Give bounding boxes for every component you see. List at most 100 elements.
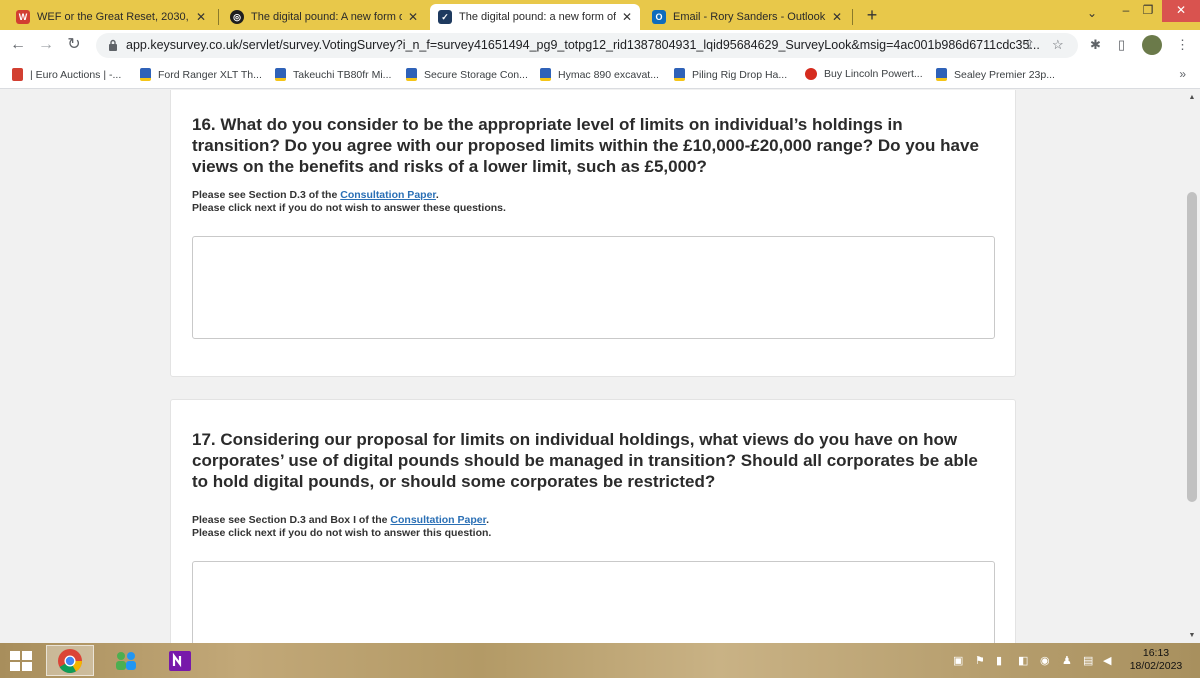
menu-dots-icon[interactable]: ⋮ bbox=[1176, 37, 1189, 53]
bookmark-label: Hymac 890 excavat... bbox=[558, 68, 659, 81]
scroll-down-icon[interactable]: ▼ bbox=[1188, 632, 1196, 639]
bag-icon bbox=[674, 68, 685, 81]
bookmark-label: Piling Rig Drop Ha... bbox=[692, 68, 788, 81]
tab-search-icon[interactable]: ⌄ bbox=[1078, 3, 1106, 25]
page-scrollbar[interactable]: ▲ ▼ bbox=[1184, 90, 1200, 643]
clock-date: 18/02/2023 bbox=[1129, 660, 1183, 672]
address-bar[interactable]: app.keysurvey.co.uk/servlet/survey.Votin… bbox=[96, 33, 1078, 58]
share-icon[interactable]: ⇪ bbox=[1024, 37, 1035, 53]
profile-avatar[interactable] bbox=[1142, 35, 1162, 55]
question-card-17: 17. Considering our proposal for limits … bbox=[170, 399, 1016, 643]
windows-taskbar: ▣ ⚑ ▮ ◧ ◉ ♟ ▤ ◀ 16:13 18/02/2023 bbox=[0, 643, 1200, 678]
close-tab-icon[interactable]: ✕ bbox=[622, 10, 632, 24]
survey-page: 16. What do you consider to be the appro… bbox=[0, 90, 1184, 643]
more-bookmarks-icon[interactable]: » bbox=[1179, 67, 1186, 81]
question-16-note: Please see Section D.3 of the Consultati… bbox=[192, 189, 439, 201]
question-17-note: Please see Section D.3 and Box I of the … bbox=[192, 514, 489, 526]
tray-device-icon[interactable]: ▤ bbox=[1083, 654, 1093, 667]
bookmark-item[interactable]: | Euro Auctions | -... bbox=[12, 68, 121, 81]
question-17-title: 17. Considering our proposal for limits … bbox=[192, 430, 978, 491]
bookmark-item[interactable]: Ford Ranger XLT Th... bbox=[140, 68, 262, 81]
survey-icon: ✓ bbox=[438, 10, 452, 24]
bookmark-label: Buy Lincoln Powert... bbox=[824, 68, 923, 80]
bag-icon bbox=[140, 68, 151, 81]
volume-icon[interactable]: ◀ bbox=[1103, 654, 1111, 667]
bookmark-item[interactable]: Secure Storage Con... bbox=[406, 68, 528, 81]
question-17-answer[interactable] bbox=[192, 561, 995, 643]
bookmark-label: Ford Ranger XLT Th... bbox=[158, 68, 262, 81]
tray-app-icon[interactable]: ▣ bbox=[953, 654, 963, 667]
close-tab-icon[interactable]: ✕ bbox=[408, 10, 418, 24]
signal-icon[interactable]: ▮ bbox=[996, 654, 1002, 667]
tab-digital-pound-survey[interactable]: ✓ The digital pound: a new form of ✕ bbox=[430, 4, 640, 30]
question-16-title: 16. What do you consider to be the appro… bbox=[192, 115, 979, 176]
bookmark-label: Sealey Premier 23p... bbox=[954, 68, 1055, 81]
reload-button[interactable]: ↻ bbox=[64, 36, 84, 56]
steam-icon[interactable]: ◉ bbox=[1040, 654, 1050, 667]
tray-people-icon[interactable]: ♟ bbox=[1062, 654, 1072, 667]
taskbar-onenote[interactable] bbox=[156, 645, 204, 676]
forward-button[interactable]: → bbox=[36, 36, 56, 56]
tab-outlook[interactable]: O Email - Rory Sanders - Outlook ✕ bbox=[644, 4, 850, 30]
outlook-icon: O bbox=[652, 10, 666, 24]
scroll-up-icon[interactable]: ▲ bbox=[1188, 94, 1196, 101]
tab-wef[interactable]: W WEF or the Great Reset, 2030, Ne ✕ bbox=[8, 4, 214, 30]
tab-digital-pound-1[interactable]: ◎ The digital pound: A new form of ✕ bbox=[222, 4, 426, 30]
url-text: app.keysurvey.co.uk/servlet/survey.Votin… bbox=[126, 38, 1040, 52]
bag-icon bbox=[275, 68, 286, 81]
question-card-16: 16. What do you consider to be the appro… bbox=[170, 90, 1016, 377]
system-clock[interactable]: 16:13 18/02/2023 bbox=[1128, 647, 1184, 673]
bookmarks-bar: | Euro Auctions | -... Ford Ranger XLT T… bbox=[0, 61, 1200, 89]
tab-title: The digital pound: A new form of bbox=[251, 11, 402, 23]
bookmark-item[interactable]: Hymac 890 excavat... bbox=[540, 68, 659, 81]
consultation-paper-link[interactable]: Consultation Paper bbox=[340, 189, 436, 201]
tab-title: The digital pound: a new form of bbox=[459, 11, 616, 23]
windows-start-icon[interactable] bbox=[10, 651, 32, 671]
wef-icon: W bbox=[16, 10, 30, 24]
bookmark-label: | Euro Auctions | -... bbox=[30, 68, 122, 81]
extensions-icon[interactable]: ✱ bbox=[1090, 37, 1101, 53]
taskbar-chrome[interactable] bbox=[46, 645, 94, 676]
bookmark-star-icon[interactable]: ☆ bbox=[1052, 37, 1064, 53]
bookmark-label: Secure Storage Con... bbox=[424, 68, 528, 81]
network-people-icon bbox=[116, 651, 136, 670]
bookmark-item[interactable]: Takeuchi TB80fr Mi... bbox=[275, 68, 391, 81]
note-text: Please see Section D.3 and Box I of the bbox=[192, 514, 391, 526]
tray-nx-icon[interactable]: ◧ bbox=[1018, 654, 1028, 667]
bookmark-item[interactable]: Sealey Premier 23p... bbox=[936, 68, 1055, 81]
side-panel-icon[interactable]: ▯ bbox=[1118, 37, 1125, 53]
back-button[interactable]: ← bbox=[8, 36, 28, 56]
tab-title: Email - Rory Sanders - Outlook bbox=[673, 11, 826, 23]
note-text: . bbox=[435, 189, 439, 201]
bag-icon bbox=[540, 68, 551, 81]
clock-time: 16:13 bbox=[1142, 647, 1170, 659]
euro-auctions-icon bbox=[12, 68, 23, 81]
chrome-icon bbox=[58, 648, 82, 673]
bag-icon bbox=[936, 68, 947, 81]
taskbar-network-app[interactable] bbox=[102, 645, 150, 676]
note-text: Please see Section D.3 of the bbox=[192, 189, 341, 201]
globe-icon: ◎ bbox=[230, 10, 244, 24]
tab-separator bbox=[218, 9, 219, 25]
bookmark-item[interactable]: Piling Rig Drop Ha... bbox=[674, 68, 787, 81]
consultation-paper-link[interactable]: Consultation Paper bbox=[390, 514, 486, 526]
close-tab-icon[interactable]: ✕ bbox=[832, 10, 842, 24]
browser-toolbar: ← → ↻ app.keysurvey.co.uk/servlet/survey… bbox=[0, 30, 1200, 61]
question-17-skip-note: Please click next if you do not wish to … bbox=[192, 527, 492, 539]
lincoln-icon bbox=[805, 68, 817, 80]
question-16-answer[interactable] bbox=[192, 236, 995, 339]
tray-flag-icon[interactable]: ⚑ bbox=[975, 654, 985, 667]
scroll-thumb[interactable] bbox=[1187, 192, 1197, 502]
close-tab-icon[interactable]: ✕ bbox=[196, 10, 206, 24]
bag-icon bbox=[406, 68, 417, 81]
lock-icon bbox=[109, 39, 117, 51]
restore-button[interactable]: ❐ bbox=[1134, 0, 1162, 22]
tab-strip: W WEF or the Great Reset, 2030, Ne ✕ ◎ T… bbox=[0, 0, 1200, 30]
close-window-button[interactable]: ✕ bbox=[1162, 0, 1200, 22]
tab-title: WEF or the Great Reset, 2030, Ne bbox=[37, 11, 190, 23]
tab-separator bbox=[852, 9, 853, 25]
bookmark-item[interactable]: Buy Lincoln Powert... bbox=[805, 68, 923, 80]
bookmark-label: Takeuchi TB80fr Mi... bbox=[293, 68, 392, 81]
note-text: . bbox=[486, 514, 490, 526]
new-tab-button[interactable]: + bbox=[862, 6, 882, 26]
